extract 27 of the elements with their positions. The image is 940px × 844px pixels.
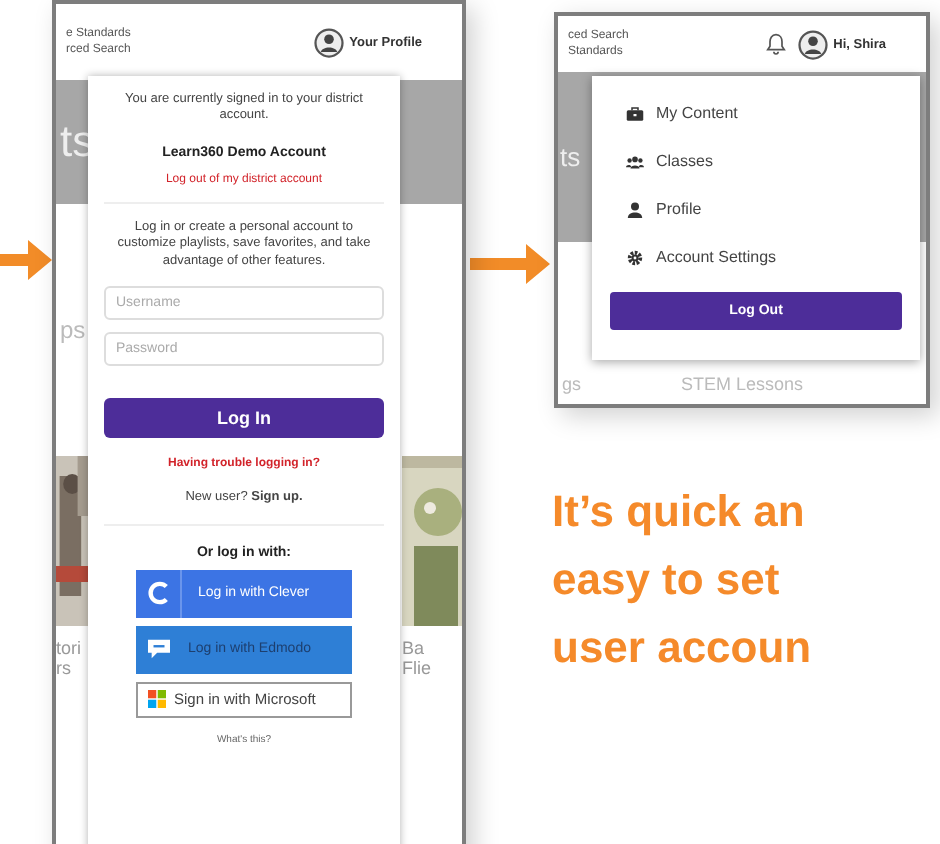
windows-logo-icon xyxy=(148,690,166,709)
bell-icon[interactable] xyxy=(765,32,786,56)
headline-text: easy to set xyxy=(552,552,782,608)
hero-text: ts xyxy=(560,142,581,172)
menu-item[interactable]: Classes xyxy=(626,148,902,174)
section-text: gs xyxy=(562,374,582,394)
menu-item[interactable]: Profile xyxy=(626,196,902,222)
login-button[interactable]: Log In xyxy=(104,398,384,439)
menu-item[interactable]: My Content xyxy=(626,100,902,126)
users-icon xyxy=(626,153,644,169)
headline-text: user accoun xyxy=(552,620,814,676)
caption-text: tori xyxy=(56,638,84,658)
person-icon xyxy=(626,201,644,217)
menu-item[interactable]: Account Settings xyxy=(626,244,902,270)
gear-icon xyxy=(626,249,644,265)
section-text: ps xyxy=(60,316,86,344)
arrow-icon xyxy=(0,236,52,284)
avatar-icon[interactable] xyxy=(313,27,344,57)
arrow-icon xyxy=(470,240,550,288)
caption-text: rs xyxy=(56,658,73,678)
avatar-icon[interactable] xyxy=(797,29,828,59)
briefcase-icon xyxy=(626,105,644,121)
section-text: STEM Lessons xyxy=(681,374,804,394)
chat-icon xyxy=(146,638,172,661)
caption-text: Ba xyxy=(402,638,427,658)
caption-text: Flie xyxy=(402,658,434,678)
headline-text: It’s quick an xyxy=(552,484,807,540)
